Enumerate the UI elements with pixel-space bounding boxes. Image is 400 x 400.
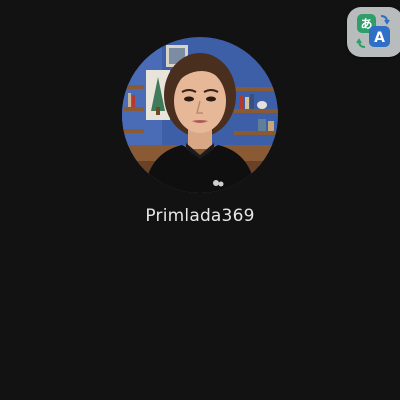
profile-avatar[interactable] — [122, 37, 278, 193]
svg-text:A: A — [374, 30, 385, 46]
translate-icon: あ A — [356, 14, 390, 48]
translate-button[interactable]: あ A — [347, 7, 400, 57]
username-label: Primlada369 — [145, 206, 255, 226]
profile-photo — [122, 37, 278, 193]
profile-screen: あ A Primlada369 — [0, 0, 400, 400]
